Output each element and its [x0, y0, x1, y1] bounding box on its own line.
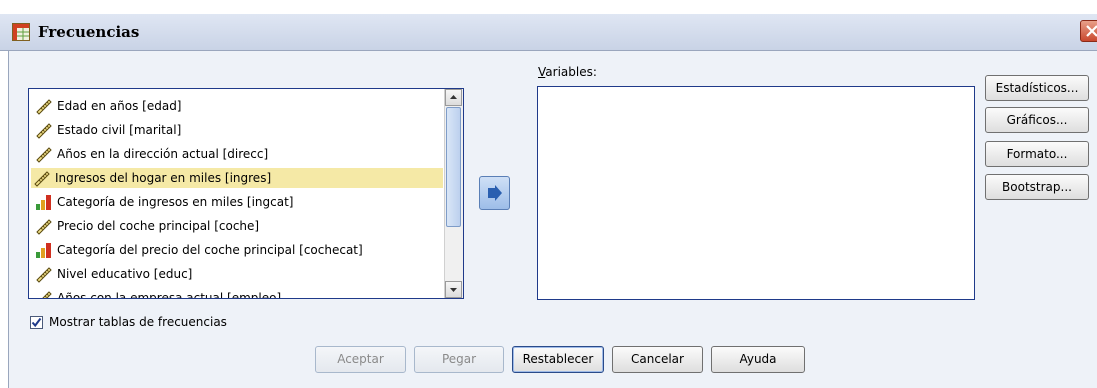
- scale-ruler-icon: [35, 289, 53, 298]
- source-variable-list[interactable]: Edad en años [edad] Estado civil [marital…: [28, 88, 464, 299]
- list-item-label: Años en la dirección actual [direcc]: [57, 147, 269, 161]
- list-item[interactable]: Estado civil [marital]: [33, 120, 443, 140]
- help-button[interactable]: Ayuda: [711, 346, 805, 373]
- window-title: Frecuencias: [38, 23, 140, 41]
- list-item-label: Edad en años [edad]: [57, 99, 182, 113]
- list-item-label: Nivel educativo [educ]: [57, 267, 193, 281]
- ordinal-bars-icon: [35, 241, 53, 259]
- list-item-label: Estado civil [marital]: [57, 123, 182, 137]
- ok-button[interactable]: Aceptar: [315, 346, 406, 373]
- list-item-label: Ingresos del hogar en miles [ingres]: [55, 171, 272, 185]
- scale-ruler-icon: [35, 217, 53, 235]
- list-item[interactable]: Ingresos del hogar en miles [ingres]: [31, 168, 443, 188]
- format-button[interactable]: Formato...: [985, 141, 1089, 167]
- scale-ruler-icon: [35, 145, 53, 163]
- variables-target-list[interactable]: [537, 86, 975, 300]
- statistics-button[interactable]: Estadísticos...: [985, 75, 1089, 101]
- scale-ruler-icon: [33, 169, 51, 187]
- list-item-label: Precio del coche principal [coche]: [57, 219, 260, 233]
- scroll-thumb[interactable]: [446, 107, 461, 227]
- triangle-down-icon: [450, 288, 457, 292]
- cancel-button[interactable]: Cancelar: [612, 346, 703, 373]
- spss-table-icon: [12, 23, 30, 41]
- close-button[interactable]: [1080, 20, 1097, 42]
- list-item[interactable]: Categoría del precio del coche principal…: [33, 240, 443, 260]
- triangle-up-icon: [450, 95, 457, 99]
- list-item-label: Años con la empresa actual [empleo]: [57, 291, 282, 299]
- ordinal-bars-icon: [35, 193, 53, 211]
- charts-button[interactable]: Gráficos...: [985, 107, 1089, 133]
- scroll-up-button[interactable]: [445, 89, 462, 106]
- scale-ruler-icon: [35, 121, 53, 139]
- frequencies-dialog: Frecuencias Edad en años [edad] Estado ci…: [0, 0, 1097, 388]
- move-to-variables-button[interactable]: [479, 176, 510, 210]
- scale-ruler-icon: [35, 265, 53, 283]
- list-item[interactable]: Años con la empresa actual [empleo]: [33, 288, 443, 299]
- bootstrap-button[interactable]: Bootstrap...: [985, 174, 1089, 200]
- list-item-label: Categoría del precio del coche principal…: [57, 243, 363, 257]
- paste-button[interactable]: Pegar: [414, 346, 504, 373]
- checkmark-icon: [31, 317, 42, 327]
- list-item-label: Categoría de ingresos en miles [ingcat]: [57, 195, 294, 209]
- close-icon: [1086, 25, 1097, 37]
- reset-button[interactable]: Restablecer: [512, 346, 604, 373]
- title-bar[interactable]: Frecuencias: [0, 14, 1097, 51]
- list-scrollbar[interactable]: [444, 89, 463, 298]
- show-frequency-tables-label: Mostrar tablas de frecuencias: [49, 315, 227, 329]
- list-item[interactable]: Categoría de ingresos en miles [ingcat]: [33, 192, 443, 212]
- list-item[interactable]: Edad en años [edad]: [33, 96, 443, 116]
- variables-label-rest: ariables:: [545, 65, 597, 79]
- list-item[interactable]: Años en la dirección actual [direcc]: [33, 144, 443, 164]
- show-frequency-tables-row[interactable]: Mostrar tablas de frecuencias: [30, 315, 227, 329]
- scale-ruler-icon: [35, 97, 53, 115]
- scroll-down-button[interactable]: [445, 281, 462, 298]
- show-frequency-tables-checkbox[interactable]: [30, 315, 43, 329]
- arrow-right-icon: [488, 185, 502, 201]
- list-item[interactable]: Precio del coche principal [coche]: [33, 216, 443, 236]
- variables-label: Variables:: [538, 65, 597, 79]
- list-item[interactable]: Nivel educativo [educ]: [33, 264, 443, 284]
